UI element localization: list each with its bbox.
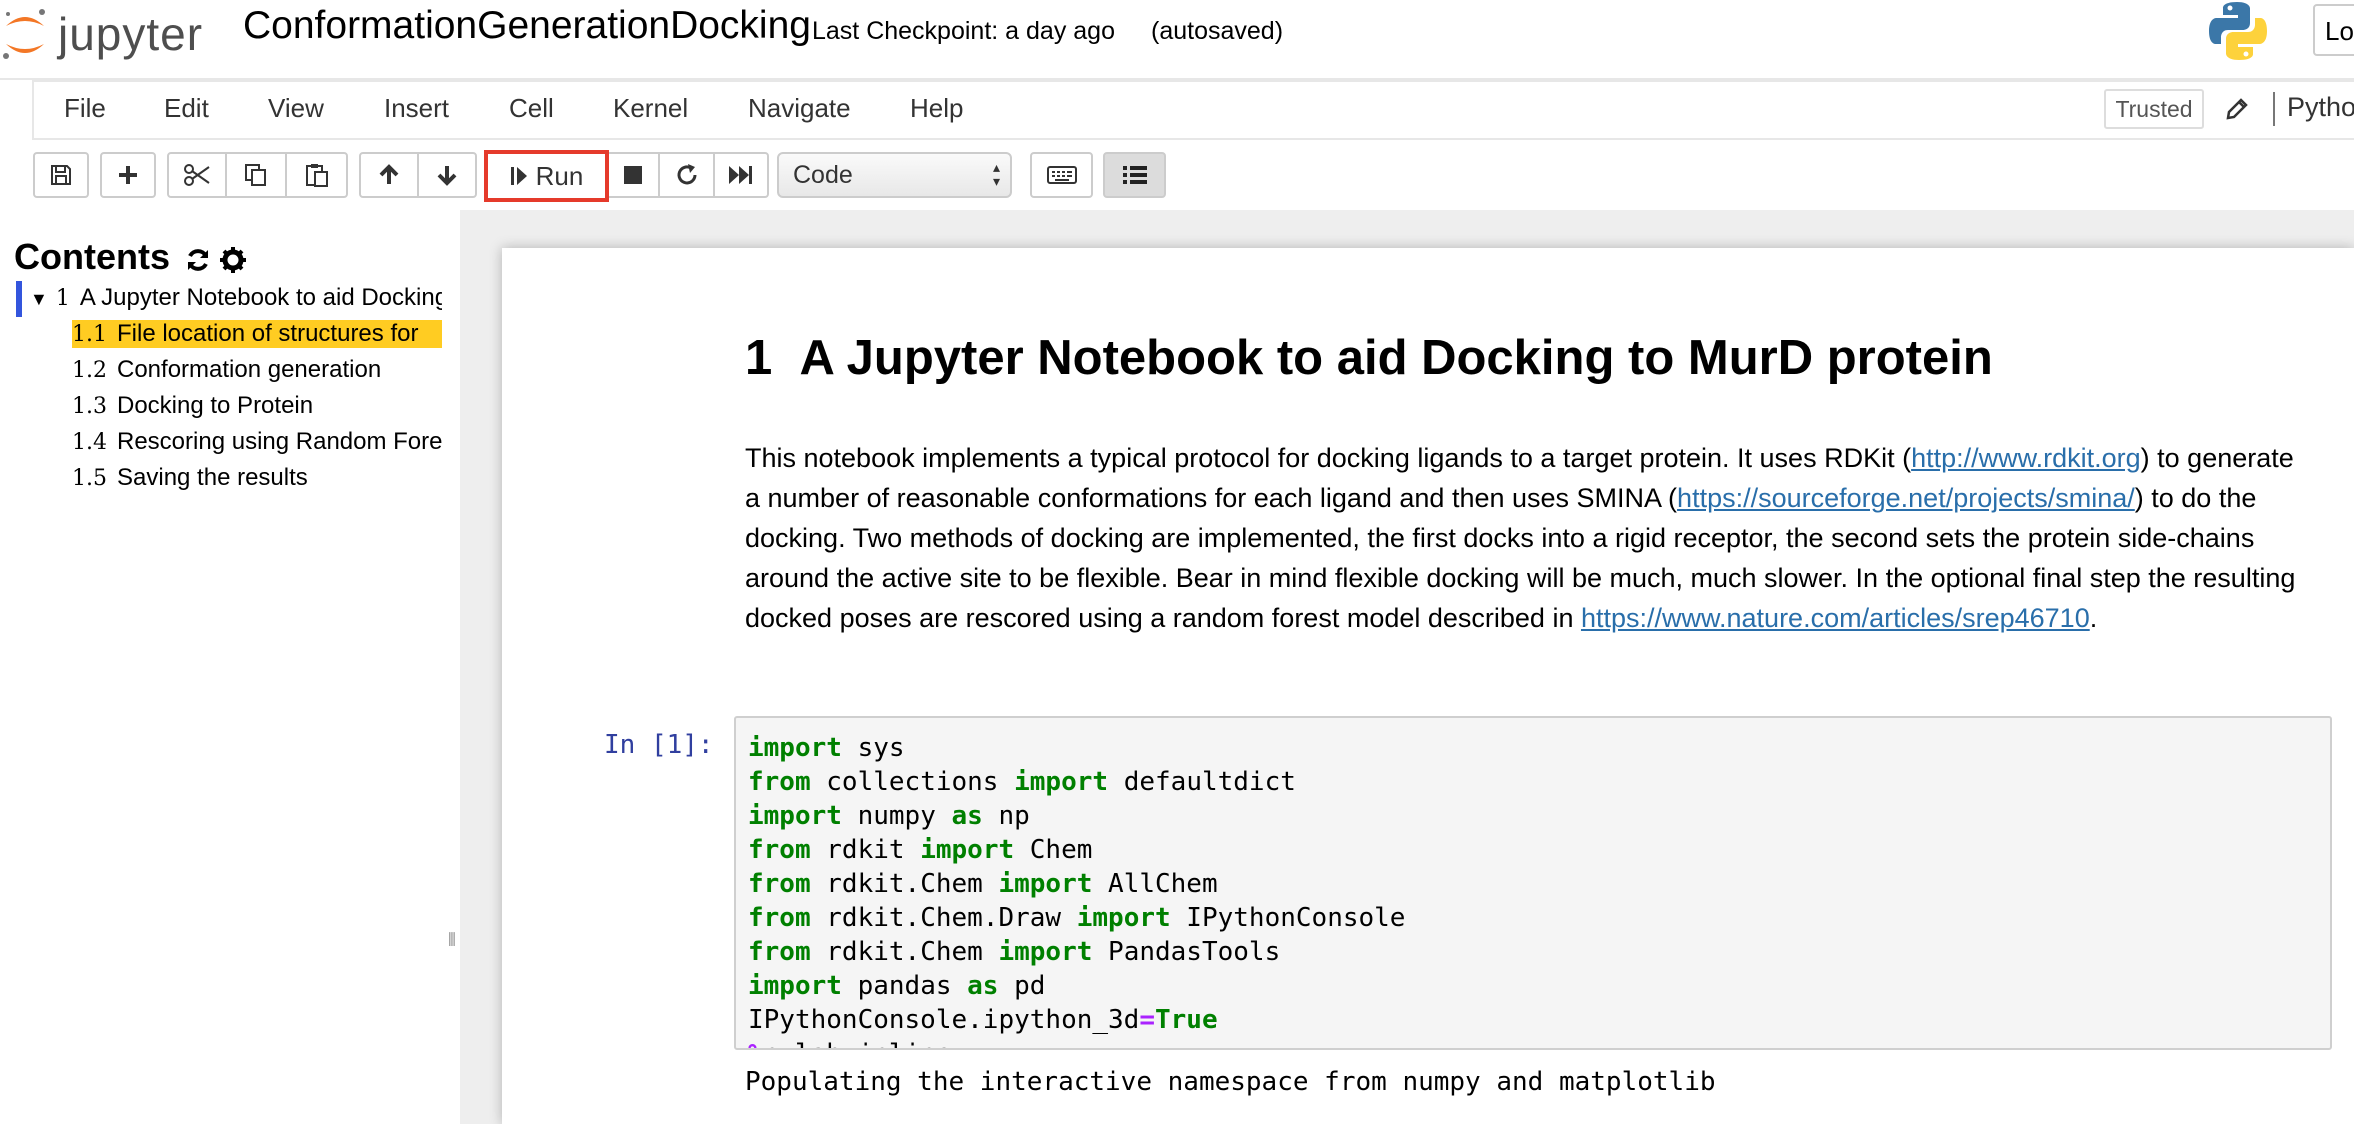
intro-text: . [2089, 603, 2098, 633]
jupyter-logo[interactable]: jupyter [0, 4, 203, 64]
save-button[interactable] [33, 152, 89, 198]
keyboard-icon [1046, 166, 1077, 184]
kernel-indicator[interactable]: Pytho [2287, 92, 2354, 123]
toc-active-indicator [16, 281, 22, 317]
notebook-title[interactable]: ConformationGenerationDocking [243, 4, 811, 48]
smina-link[interactable]: https://sourceforge.net/projects/smina/ [1677, 483, 2135, 513]
arrow-up-icon [379, 164, 399, 184]
interrupt-kernel-button[interactable] [605, 152, 661, 198]
toc-item-1-5[interactable]: 1.5 Saving the results [72, 464, 442, 492]
copy-icon [245, 164, 266, 186]
menu-kernel[interactable]: Kernel [613, 93, 688, 124]
step-forward-icon [510, 167, 527, 185]
move-up-button[interactable] [359, 152, 419, 198]
nature-article-link[interactable]: https://www.nature.com/articles/srep4671… [1581, 603, 2090, 633]
menu-view[interactable]: View [268, 93, 324, 124]
section-heading-text: A Jupyter Notebook to aid Docking to Mur… [799, 331, 1993, 385]
checkpoint-status: Last Checkpoint: a day ago [812, 17, 1115, 45]
notebook-header: jupyter ConformationGenerationDocking La… [0, 0, 2354, 80]
kernel-separator [2273, 92, 2275, 126]
toc-item-1-3[interactable]: 1.3 Docking to Protein [72, 392, 442, 420]
menu-file[interactable]: File [64, 93, 106, 124]
autosave-status: (autosaved) [1151, 17, 1284, 45]
copy-button[interactable] [225, 152, 287, 198]
toc-item-label: File location of structures for [117, 320, 419, 347]
restart-kernel-button[interactable] [658, 152, 716, 198]
toc-item-number: 1 [55, 286, 70, 311]
refresh-icon[interactable] [184, 246, 212, 274]
rdkit-link[interactable]: http://www.rdkit.org [1911, 443, 2141, 473]
menu-cell[interactable]: Cell [509, 93, 554, 124]
toc-item-number: 1.3 [72, 394, 107, 419]
arrow-down-icon [437, 166, 457, 186]
sidebar-resize-handle[interactable]: ⦀ [448, 930, 456, 951]
toc-item-label: A Jupyter Notebook to aid Docking to Mur… [79, 284, 442, 311]
save-icon [51, 165, 71, 185]
paste-icon [305, 164, 328, 187]
command-palette-button[interactable] [1030, 152, 1093, 198]
toc-item-number: 1.4 [72, 430, 107, 455]
toc-item-1[interactable]: ▼ 1 A Jupyter Notebook to aid Docking to M… [30, 284, 442, 312]
scissors-icon [184, 164, 210, 186]
toc-item-number: 1.2 [72, 358, 107, 383]
cell-type-select[interactable]: Code ▴ ▾ [777, 152, 1012, 198]
toc-title: Contents [14, 236, 170, 277]
select-arrows-icon: ▴ ▾ [992, 159, 1000, 189]
toc-item-label: Conformation generation [117, 356, 382, 383]
cut-button[interactable] [167, 152, 227, 198]
pencil-icon[interactable] [2224, 96, 2250, 122]
menu-navigate[interactable]: Navigate [748, 93, 851, 124]
menu-help[interactable]: Help [910, 93, 963, 124]
code-cell-editor[interactable]: import sys from collections import defau… [734, 716, 2332, 1050]
jupyter-logo-text: jupyter [58, 8, 204, 60]
python-logo-icon [2209, 2, 2267, 60]
intro-text: This notebook implements a typical proto… [745, 443, 1912, 473]
cell-input-prompt: In [1]: [604, 730, 714, 760]
toc-item-label: Saving the results [117, 464, 308, 491]
toc-item-label: Rescoring using Random Forest [117, 428, 442, 455]
toc-item-1-2[interactable]: 1.2 Conformation generation [72, 356, 442, 384]
move-down-button[interactable] [417, 152, 477, 198]
gear-icon[interactable] [219, 246, 247, 274]
run-button[interactable]: Run [484, 150, 609, 202]
toc-item-1-1[interactable]: 1.1 File location of structures for [72, 320, 442, 348]
menu-insert[interactable]: Insert [384, 93, 449, 124]
list-icon [1122, 166, 1147, 184]
toc-item-1-4[interactable]: 1.4 Rescoring using Random Forest [72, 428, 442, 456]
code-content: import sys from collections import defau… [748, 733, 1406, 1048]
menubar [32, 80, 2354, 140]
cell-type-value: Code [793, 161, 853, 189]
run-all-button[interactable] [713, 152, 769, 198]
toc-item-label: Docking to Protein [117, 392, 314, 419]
toc-item-number: 1.1 [72, 322, 107, 347]
menu-edit[interactable]: Edit [164, 93, 209, 124]
toc-toggle-button[interactable] [1103, 152, 1166, 198]
stop-icon [624, 166, 642, 184]
paste-button[interactable] [285, 152, 348, 198]
section-heading[interactable]: 1 A Jupyter Notebook to aid Docking to M… [745, 330, 1993, 386]
intro-paragraph[interactable]: This notebook implements a typical proto… [745, 438, 2305, 638]
restart-icon [677, 164, 697, 185]
toc-item-number: 1.5 [72, 466, 107, 491]
jupyter-logo-icon [3, 9, 45, 59]
plus-icon [119, 166, 137, 184]
fast-forward-icon [729, 166, 752, 184]
toolbar [0, 140, 2354, 210]
cell-output: Populating the interactive namespace fro… [745, 1067, 1716, 1097]
trusted-indicator[interactable]: Trusted [2104, 89, 2204, 129]
insert-cell-button[interactable] [100, 152, 156, 198]
run-button-label: Run [535, 160, 584, 191]
caret-down-icon: ▼ [30, 289, 48, 309]
section-heading-number: 1 [745, 331, 773, 385]
logout-button[interactable]: Lo [2313, 4, 2354, 56]
